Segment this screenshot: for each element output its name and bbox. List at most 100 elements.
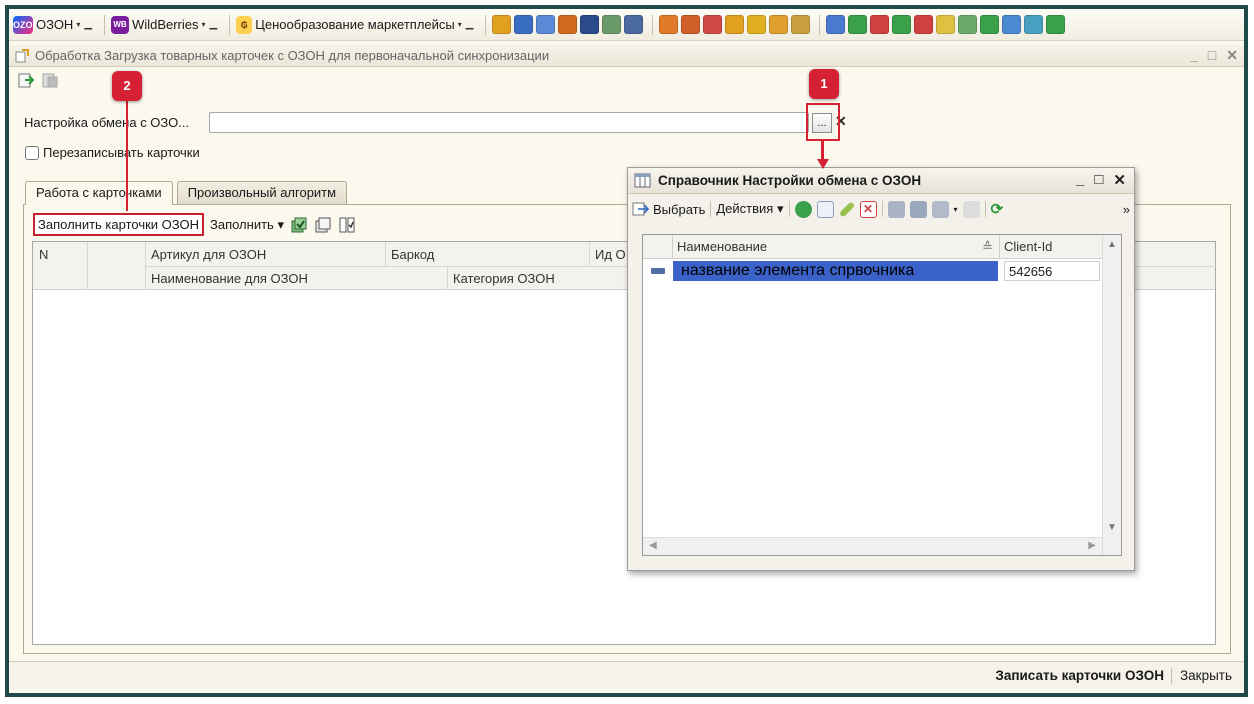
maximize-button[interactable]: □ — [1208, 47, 1216, 64]
users-icon[interactable] — [580, 15, 600, 34]
column-client-id[interactable]: Client-Id — [1000, 235, 1104, 259]
horizontal-scrollbar[interactable]: ◀ ▶ — [643, 537, 1102, 555]
transfer-icon[interactable] — [892, 15, 912, 34]
warehouse-arrow-icon[interactable] — [681, 15, 701, 34]
document-blue-icon[interactable] — [514, 15, 534, 34]
actions-menu-button[interactable]: Действия ▾ — [716, 201, 783, 217]
callout-badge-1: 1 — [809, 69, 839, 99]
scroll-down-icon[interactable]: ▼ — [1107, 522, 1117, 533]
scroll-up-icon[interactable]: ▲ — [1107, 239, 1117, 250]
column-category[interactable]: Категория ОЗОН — [453, 271, 555, 286]
warehouse-heart-icon[interactable] — [703, 15, 723, 34]
callout-connector-line — [126, 101, 128, 211]
filter-menu-icon[interactable] — [931, 200, 949, 218]
doc-check-icon[interactable] — [1002, 15, 1022, 34]
column-barcode[interactable]: Баркод — [391, 247, 434, 262]
upload-icon[interactable] — [980, 15, 1000, 34]
form-footer: Записать карточки ОЗОН Закрыть — [9, 661, 1244, 689]
catalog-table-icon — [634, 173, 651, 187]
column-name[interactable]: Наименование для ОЗОН — [151, 271, 308, 286]
overwrite-cards-option[interactable]: Перезаписывать карточки — [25, 145, 200, 160]
callout-arrow-head — [817, 159, 829, 169]
document-orange-icon[interactable] — [558, 15, 578, 34]
column-divider — [87, 242, 88, 290]
tab-custom-algorithm[interactable]: Произвольный алгоритм — [176, 181, 348, 204]
column-catalog-name[interactable]: Наименование ≙ — [673, 235, 1000, 259]
scroll-left-icon[interactable]: ◀ — [649, 540, 657, 551]
document-stack-icon[interactable] — [536, 15, 556, 34]
toolbar-divider — [984, 201, 986, 217]
scroll-right-icon[interactable]: ▶ — [1088, 540, 1096, 551]
more-actions-button[interactable]: » — [1123, 202, 1130, 217]
catalog-row-name[interactable]: название элемента спрвочника — [673, 261, 998, 281]
dialog-title: Справочник Настройки обмена с ОЗОН — [658, 173, 922, 188]
import-icon[interactable] — [826, 15, 846, 34]
pencil-doc-icon[interactable] — [624, 15, 644, 34]
toggle-check-icon[interactable] — [338, 216, 356, 234]
select-button[interactable]: Выбрать — [632, 201, 705, 217]
save-ozon-cards-button[interactable]: Записать карточки ОЗОН — [995, 668, 1164, 683]
vertical-scrollbar[interactable]: ▲ ▼ — [1102, 235, 1121, 555]
close-window-button[interactable]: ✕ — [1226, 47, 1238, 64]
column-id[interactable]: Ид О — [595, 247, 626, 262]
price-list-icon[interactable] — [791, 15, 811, 34]
check-all-icon[interactable] — [290, 216, 308, 234]
column-article[interactable]: Артикул для ОЗОН — [151, 247, 266, 262]
dialog-maximize-button[interactable]: □ — [1094, 171, 1103, 189]
delete-icon[interactable]: ✕ — [859, 200, 877, 218]
chevron-down-icon: ▾ — [76, 20, 81, 29]
coins-icon[interactable] — [936, 15, 956, 34]
chevron-down-icon: ▾ — [776, 201, 784, 216]
cards-command-bar: Заполнить карточки ОЗОН Заполнить ▾ — [33, 213, 356, 236]
callout-highlight-dots — [806, 103, 840, 141]
column-catalog-name-label: Наименование — [677, 239, 768, 254]
export-red-icon[interactable] — [870, 15, 890, 34]
catalog-table[interactable]: Наименование ≙ Client-Id название элемен… — [642, 234, 1122, 556]
copy-item-icon[interactable] — [816, 200, 834, 218]
run-icon[interactable] — [17, 71, 35, 89]
dialog-close-button[interactable]: ✕ — [1113, 171, 1126, 189]
column-divider — [385, 242, 386, 266]
overwrite-checkbox[interactable] — [25, 145, 39, 160]
wildberries-menu-label: WildBerries — [132, 17, 199, 32]
filter-clear-icon[interactable] — [962, 200, 980, 218]
report-orange-icon[interactable] — [492, 15, 512, 34]
processing-icon — [15, 48, 29, 62]
column-n[interactable]: N — [39, 247, 48, 262]
price-tag-icon[interactable] — [725, 15, 745, 34]
catalog-row-client-id[interactable]: 542656 — [1004, 261, 1100, 281]
fill-ozon-cards-button[interactable]: Заполнить карточки ОЗОН — [33, 213, 204, 236]
export-green-icon[interactable] — [848, 15, 868, 34]
warehouse-icon[interactable] — [659, 15, 679, 34]
chevron-down-icon: ▾ — [201, 20, 206, 29]
sort-ascending-icon: ≙ — [982, 239, 993, 254]
exchange-setting-input[interactable] — [209, 112, 809, 133]
filter-set-icon[interactable] — [887, 200, 905, 218]
table-icon[interactable] — [602, 15, 622, 34]
tab-cards[interactable]: Работа с карточками — [25, 181, 173, 205]
close-form-button[interactable]: Закрыть — [1180, 668, 1232, 683]
sync-icon[interactable] — [914, 15, 934, 34]
pricing-menu[interactable]: ₲ Ценообразование маркетплейсы ▾ ▁ — [236, 15, 473, 34]
plus-icon[interactable] — [1046, 15, 1066, 34]
add-item-icon[interactable] — [794, 200, 812, 218]
money-bag-icon[interactable] — [747, 15, 767, 34]
uncheck-all-icon[interactable] — [314, 216, 332, 234]
refresh-icon[interactable]: ⟳ — [991, 200, 1004, 218]
ozon-menu[interactable]: OZON ОЗОН ▾ ▁ — [13, 15, 92, 34]
row-item-icon — [651, 268, 665, 274]
fill-menu-button[interactable]: Заполнить ▾ — [210, 217, 284, 233]
overwrite-label: Перезаписывать карточки — [43, 145, 200, 160]
dialog-controls: _ □ ✕ — [1076, 171, 1126, 189]
column-divider — [447, 266, 448, 290]
wildberries-menu[interactable]: WB WildBerries ▾ ▁ — [111, 15, 217, 34]
filter-value-icon[interactable] — [909, 200, 927, 218]
dialog-minimize-button[interactable]: _ — [1076, 171, 1084, 189]
price-down-icon[interactable] — [769, 15, 789, 34]
minimize-button[interactable]: _ — [1190, 47, 1198, 64]
disabled-action-icon[interactable] — [41, 71, 59, 89]
doc-copy-icon[interactable] — [1024, 15, 1044, 34]
chart-icon[interactable] — [958, 15, 978, 34]
edit-pencil-icon[interactable] — [838, 200, 855, 218]
toolbar-divider — [819, 14, 821, 35]
